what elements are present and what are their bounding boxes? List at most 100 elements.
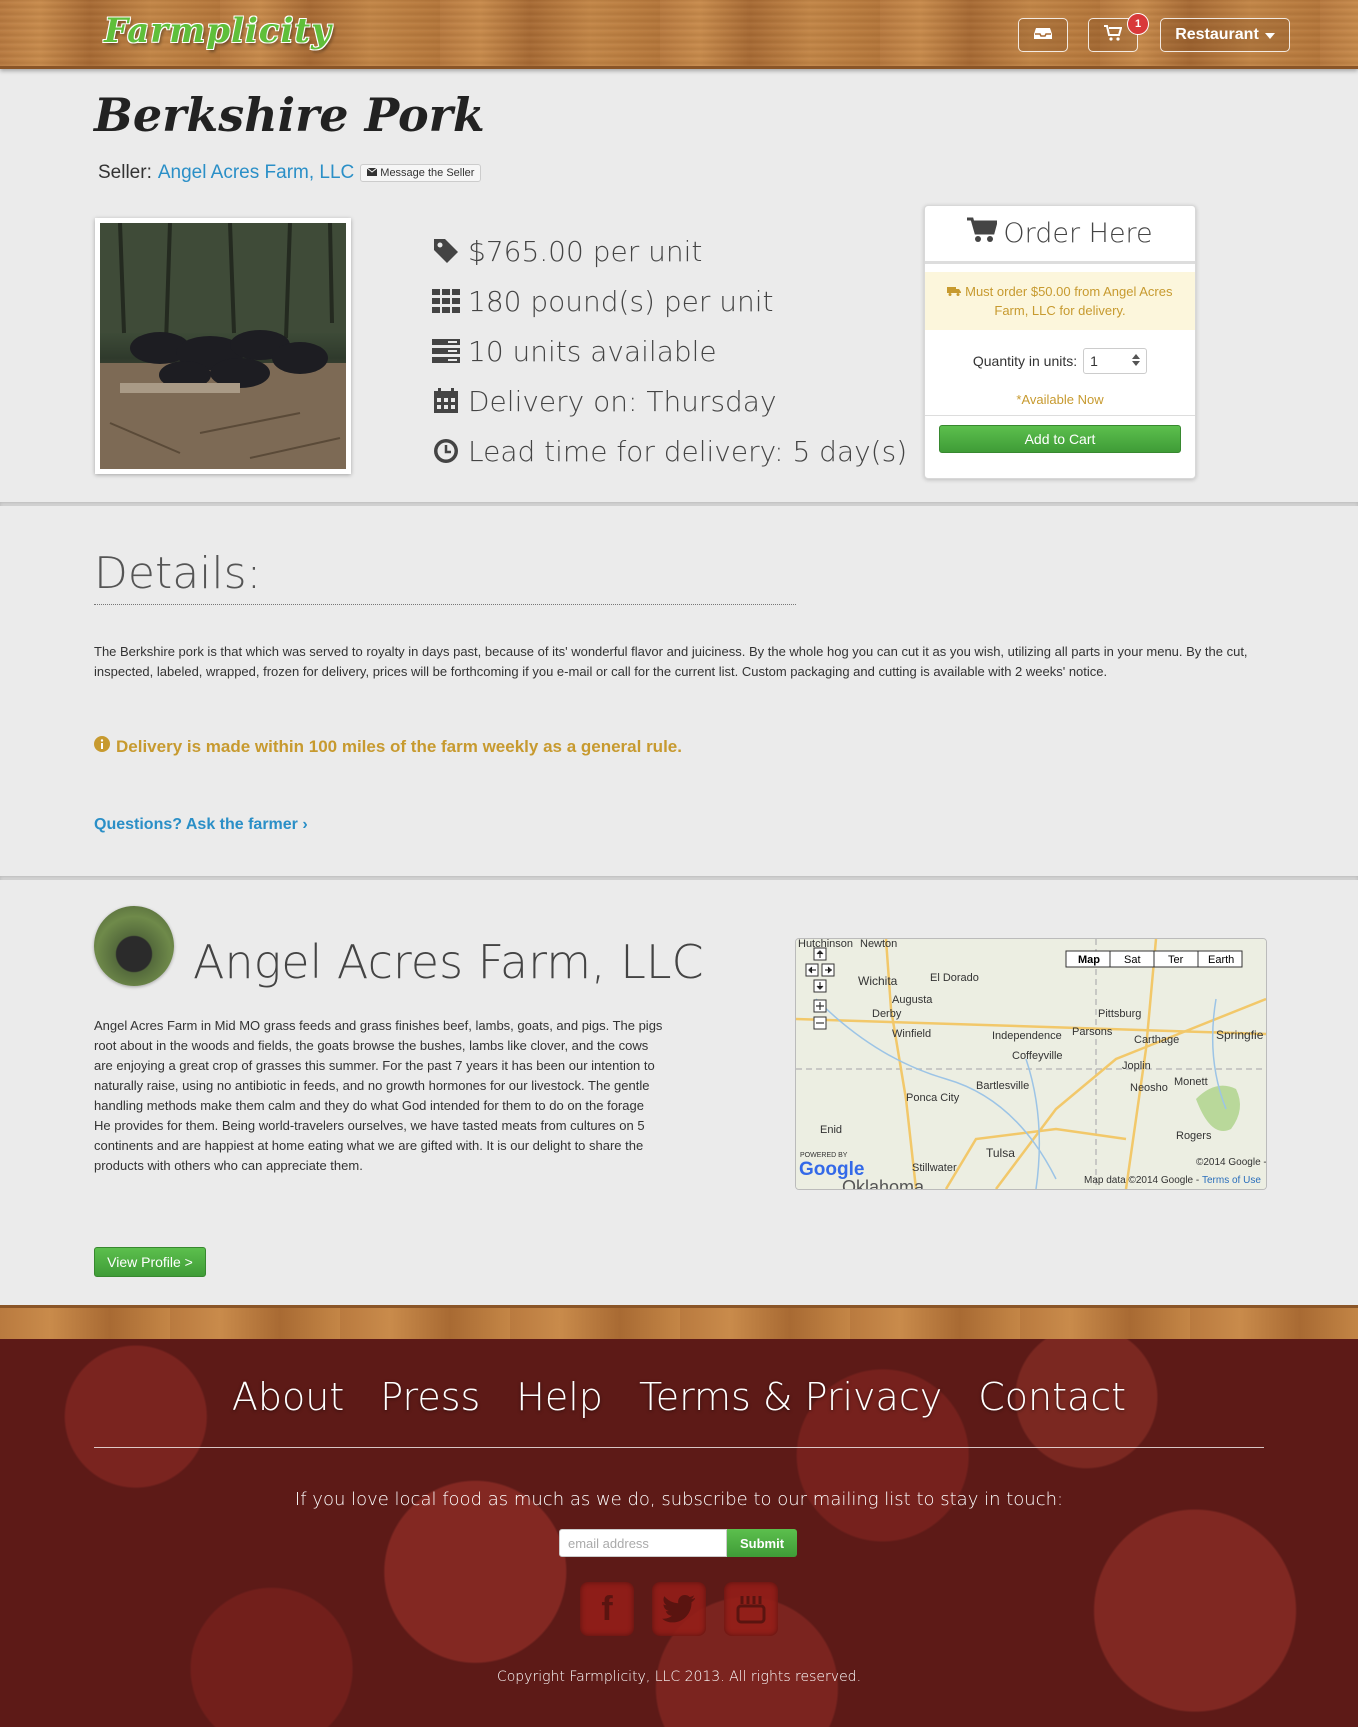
footer-nav: About Press Help Terms & Privacy Contact (0, 1375, 1358, 1419)
map-city-label: Monett (1174, 1076, 1208, 1088)
map-type-sat: Sat (1124, 954, 1141, 966)
youtube-icon[interactable] (724, 1582, 778, 1636)
map-city-label: Derby (872, 1008, 902, 1020)
footer-divider (94, 1447, 1264, 1448)
messages-button[interactable] (1018, 18, 1068, 52)
tag-icon (432, 237, 460, 265)
map-city-label: Newton (860, 939, 897, 950)
units-row: 10 units available (432, 326, 907, 376)
footer: About Press Help Terms & Privacy Contact… (0, 1339, 1358, 1727)
account-label: Restaurant (1175, 26, 1259, 43)
map-city-label: Joplin (1122, 1060, 1151, 1072)
divider (925, 415, 1195, 416)
order-panel: Order Here Must order $50.00 from Angel … (924, 205, 1196, 479)
inbox-icon (1034, 26, 1052, 45)
details-heading: Details: (94, 548, 262, 599)
section-divider (0, 876, 1358, 880)
footer-link-terms[interactable]: Terms & Privacy (639, 1375, 942, 1419)
map-city-label: Coffeyville (1012, 1050, 1063, 1062)
map-city-label: Rogers (1176, 1130, 1212, 1142)
social-links: f (0, 1582, 1358, 1636)
ask-farmer-link[interactable]: Questions? Ask the farmer › (94, 816, 308, 834)
map-city-label: Tulsa (986, 1146, 1015, 1160)
farm-name[interactable]: Angel Acres Farm, LLC (193, 935, 704, 989)
map-city-label: Neosho (1130, 1082, 1168, 1094)
cart-count-badge: 1 (1127, 13, 1149, 35)
map-type-map: Map (1078, 954, 1100, 966)
map-type-ter: Ter (1168, 954, 1184, 966)
seller-link[interactable]: Angel Acres Farm, LLC (158, 162, 354, 184)
message-seller-button[interactable]: Message the Seller (360, 164, 482, 182)
site-logo[interactable]: Farmplicity (104, 11, 332, 51)
truck-icon (947, 284, 962, 299)
map-city-label: Springfie (1216, 1028, 1264, 1042)
availability-text: *Available Now (1016, 392, 1104, 407)
map-city-label: Augusta (892, 994, 933, 1006)
farm-avatar[interactable] (94, 906, 174, 986)
message-seller-label: Message the Seller (380, 167, 475, 179)
quantity-label: Quantity in units: (972, 353, 1078, 369)
subscribe-text: If you love local food as much as we do,… (294, 1489, 1064, 1510)
subscribe-form: email address Submit (559, 1529, 797, 1557)
account-dropdown[interactable]: Restaurant (1160, 18, 1290, 52)
weight-row: 180 pound(s) per unit (432, 276, 907, 326)
minimum-order-text: Must order $50.00 from Angel Acres Farm,… (965, 284, 1173, 318)
product-photo[interactable] (95, 218, 351, 474)
cart-button[interactable]: 1 (1088, 13, 1149, 52)
quantity-stepper[interactable]: 1 (1083, 348, 1148, 374)
details-underline (94, 604, 796, 605)
map-city-label: Winfield (892, 1028, 931, 1040)
seller-line: Seller: Angel Acres Farm, LLC Message th… (98, 162, 482, 184)
delivery-text: Delivery on: Thursday (468, 384, 777, 418)
map-type-earth: Earth (1208, 954, 1234, 966)
map-city-label: Wichita (858, 974, 898, 988)
map-data-credit: Map data ©2014 Google - (1084, 1175, 1199, 1186)
map-city-label: Independence (992, 1030, 1062, 1042)
product-facts: $765.00 per unit 180 pound(s) per unit 1… (432, 226, 907, 476)
map-city-label: Enid (820, 1124, 842, 1136)
map-city-label: Ponca City (906, 1092, 960, 1104)
delivery-note-text: Delivery is made within 100 miles of the… (116, 736, 682, 756)
farm-map[interactable]: Hutchinson Newton Wichita El Dorado Augu… (795, 938, 1267, 1190)
map-city-label: Pittsburg (1098, 1008, 1141, 1020)
details-text: The Berkshire pork is that which was ser… (94, 644, 1248, 679)
footer-link-about[interactable]: About (232, 1375, 344, 1419)
top-navbar: Farmplicity 1 Restaurant (0, 0, 1358, 69)
map-city-label: Parsons (1072, 1026, 1113, 1038)
lead-time-row: Lead time for delivery: 5 day(s) (432, 426, 907, 476)
footer-wood-band (0, 1305, 1358, 1342)
quantity-row: Quantity in units: 1 (925, 348, 1195, 374)
quantity-value: 1 (1090, 353, 1098, 369)
caret-down-icon (1264, 26, 1275, 44)
footer-link-press[interactable]: Press (380, 1375, 480, 1419)
submit-button[interactable]: Submit (727, 1529, 797, 1557)
footer-link-help[interactable]: Help (516, 1375, 603, 1419)
view-profile-button[interactable]: View Profile > (94, 1247, 206, 1277)
order-heading-text: Order Here (1003, 218, 1153, 249)
map-canvas: Hutchinson Newton Wichita El Dorado Augu… (796, 939, 1266, 1189)
map-type-controls: Map Sat Ter Earth (1065, 950, 1243, 968)
map-terms-link: Terms of Use (1202, 1175, 1261, 1186)
units-text: 10 units available (468, 334, 717, 368)
price-row: $765.00 per unit (432, 226, 907, 276)
email-input[interactable]: email address (559, 1529, 727, 1557)
cart-icon (967, 217, 999, 250)
tasks-icon (432, 337, 460, 365)
spinner-icon[interactable] (1132, 353, 1141, 370)
map-attribution: ©2014 Google - (1196, 1157, 1266, 1168)
facebook-icon[interactable]: f (580, 1582, 634, 1636)
map-city-label: Stillwater (912, 1162, 957, 1174)
cart-icon (1104, 24, 1123, 46)
price-text: $765.00 per unit (468, 234, 703, 268)
delivery-row: Delivery on: Thursday (432, 376, 907, 426)
grid-icon (432, 287, 460, 315)
calendar-icon (432, 387, 460, 415)
add-to-cart-button[interactable]: Add to Cart (939, 425, 1181, 453)
footer-link-contact[interactable]: Contact (978, 1375, 1126, 1419)
twitter-icon[interactable] (652, 1582, 706, 1636)
section-divider (0, 502, 1358, 506)
minimum-order-warning: Must order $50.00 from Angel Acres Farm,… (925, 272, 1195, 330)
order-heading: Order Here (925, 206, 1195, 264)
product-image (100, 223, 346, 469)
lead-time-text: Lead time for delivery: 5 day(s) (468, 434, 908, 468)
